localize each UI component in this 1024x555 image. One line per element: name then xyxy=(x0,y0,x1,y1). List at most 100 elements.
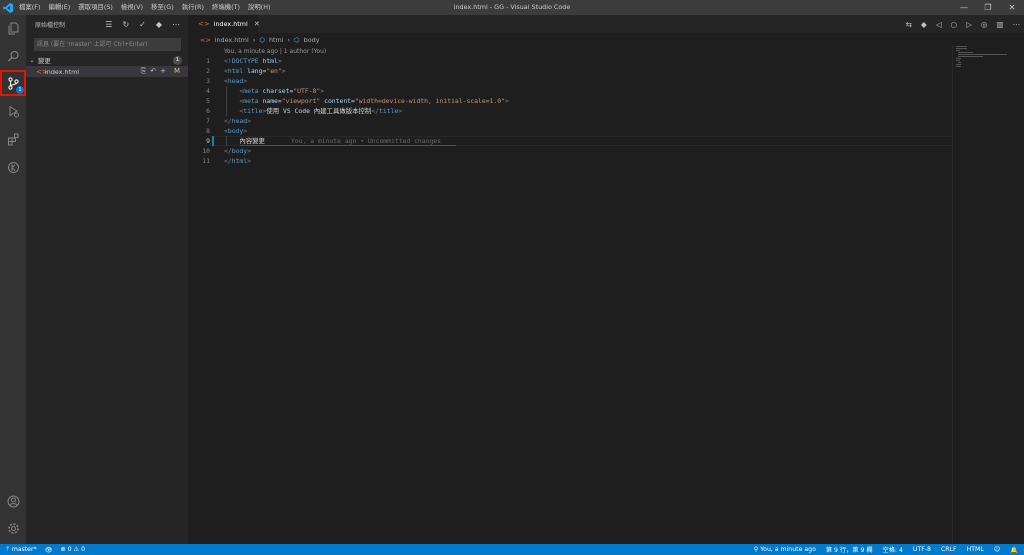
branch-item[interactable]: ᛘ master* xyxy=(6,546,37,553)
tab-label: index.html xyxy=(213,20,248,28)
explorer-icon[interactable] xyxy=(0,15,26,41)
menu-terminal[interactable]: 終端機(T) xyxy=(208,0,244,15)
code-line[interactable]: <body> xyxy=(224,126,247,136)
highlight-underline xyxy=(240,145,456,146)
html-file-icon: <> xyxy=(198,20,210,28)
minimap-line xyxy=(956,60,961,61)
element-icon: ⬡ xyxy=(259,35,265,44)
code-line[interactable]: </html> xyxy=(224,156,251,166)
menu-selection[interactable]: 選取項目(S) xyxy=(74,0,117,15)
code-line[interactable]: </body> xyxy=(224,146,251,156)
line-number: 8 xyxy=(206,127,210,135)
encoding[interactable]: UTF-8 xyxy=(913,546,931,553)
stage-changes-icon[interactable]: + xyxy=(160,67,166,76)
close-icon[interactable]: ✕ xyxy=(1000,0,1024,15)
run-debug-icon[interactable] xyxy=(0,98,26,124)
line-number: 6 xyxy=(206,107,210,115)
code-line[interactable]: <meta name="viewport" content="width=dev… xyxy=(224,96,508,106)
source-control-icon[interactable]: 1 xyxy=(0,70,26,96)
cursor-position[interactable]: 第 9 行，第 9 欄 xyxy=(826,545,873,554)
line-number: 2 xyxy=(206,67,210,75)
code-line[interactable]: </head> xyxy=(224,116,251,126)
timeline-icon[interactable] xyxy=(0,154,26,180)
commit-check-icon[interactable]: ✓ xyxy=(139,20,146,29)
minimap-line xyxy=(956,58,961,59)
indentation[interactable]: 空格: 4 xyxy=(883,545,903,554)
git-branch-icon: ᛘ xyxy=(6,546,10,553)
breadcrumb-body[interactable]: body xyxy=(304,36,320,44)
minimap-line xyxy=(958,54,1007,55)
vscode-logo-icon xyxy=(0,0,15,15)
breadcrumb-file[interactable]: index.html xyxy=(215,36,249,44)
minimize-icon[interactable]: — xyxy=(952,0,976,15)
git-diamond-icon[interactable]: ◆ xyxy=(156,20,162,29)
open-file-icon[interactable]: ⎘ xyxy=(141,67,147,76)
previous-change-icon[interactable]: ◁ xyxy=(936,20,942,29)
source-control-badge: 1 xyxy=(16,86,24,94)
breadcrumb-html[interactable]: html xyxy=(269,36,284,44)
line-number: 1 xyxy=(206,57,210,65)
extensions-icon[interactable] xyxy=(0,126,26,152)
menu-edit[interactable]: 編輯(E) xyxy=(44,0,74,15)
blame-text: You, a minute ago xyxy=(760,546,816,553)
more-actions-icon[interactable]: ⋯ xyxy=(1013,20,1021,29)
open-changes-icon[interactable]: ⇆ xyxy=(906,20,912,29)
changed-file-item[interactable]: <> index.html ⎘ ↶ + M xyxy=(26,66,188,77)
line-number: 3 xyxy=(206,77,210,85)
notifications-bell-icon[interactable]: 🔔 xyxy=(1010,546,1018,554)
line-number: 9 xyxy=(206,137,210,145)
restore-icon[interactable]: ❐ xyxy=(976,0,1000,15)
changes-label: 變更 xyxy=(38,57,51,65)
menu-bar: 檔案(F) 編輯(E) 選取項目(S) 檢視(V) 移至(G) 執行(R) 終端… xyxy=(15,0,275,15)
source-control-panel: 原始檔控制 ☰ ↻ ✓ ◆ ⋯ 訊息 (要在 'master' 上認可 Ctrl… xyxy=(26,15,188,544)
html-file-icon: <> xyxy=(200,35,211,44)
menu-help[interactable]: 說明(H) xyxy=(244,0,275,15)
line-number: 10 xyxy=(202,147,210,155)
refresh-icon[interactable]: ↻ xyxy=(122,20,129,29)
breadcrumb: <> index.html › ⬡ html › ⬡ body xyxy=(188,33,1024,46)
next-change-icon[interactable]: ▷ xyxy=(966,20,972,29)
menu-view[interactable]: 檢視(V) xyxy=(117,0,147,15)
split-editor-icon[interactable]: ▥ xyxy=(996,20,1003,29)
status-bar: ᛘ master* 👁 ⊗ 0 ⚠ 0 ⚲ You, a minute ago … xyxy=(0,544,1024,555)
git-diamond-icon[interactable]: ◆ xyxy=(921,20,927,29)
file-status-badge: M xyxy=(173,67,180,75)
chevron-down-icon: ⌄ xyxy=(29,57,35,64)
feedback-icon[interactable]: ☺ xyxy=(994,546,1000,553)
code-line[interactable]: <title>使用 VS Code 內建工具做版本控制</title> xyxy=(224,106,402,116)
blame-codelens[interactable]: You, a minute ago | 1 author (You) xyxy=(224,48,326,55)
discard-changes-icon[interactable]: ↶ xyxy=(150,67,156,76)
more-actions-icon[interactable]: ⋯ xyxy=(172,20,180,29)
minimap-line xyxy=(956,46,967,47)
end-of-line[interactable]: CRLF xyxy=(941,546,957,553)
git-commit-icon: ⚲ xyxy=(753,546,759,553)
live-share-eye-icon[interactable]: 👁 xyxy=(45,546,53,554)
commit-message-input[interactable]: 訊息 (要在 'master' 上認可 Ctrl+Enter) xyxy=(34,38,181,51)
changes-group-header[interactable]: ⌄ 變更 1 xyxy=(26,55,188,66)
view-as-tree-icon[interactable]: ☰ xyxy=(105,20,112,29)
tab-index-html[interactable]: <> index.html ✕ xyxy=(188,15,260,33)
minimap-line xyxy=(958,62,961,63)
minimap[interactable] xyxy=(956,46,1016,76)
line-number: 4 xyxy=(206,87,210,95)
compare-icon[interactable]: ◎ xyxy=(981,20,988,29)
menu-run[interactable]: 執行(R) xyxy=(178,0,208,15)
close-tab-icon[interactable]: ✕ xyxy=(254,20,260,28)
minimap-line xyxy=(956,48,968,49)
problems-item[interactable]: ⊗ 0 ⚠ 0 xyxy=(60,546,85,553)
code-line[interactable]: <head> xyxy=(224,76,247,86)
chevron-right-icon: › xyxy=(252,35,256,44)
minimap-line xyxy=(958,52,974,53)
language-mode[interactable]: HTML xyxy=(967,546,984,553)
menu-file[interactable]: 檔案(F) xyxy=(15,0,44,15)
code-line[interactable]: <html lang="en"> xyxy=(224,66,286,76)
search-icon[interactable] xyxy=(0,43,26,69)
blame-status[interactable]: ⚲ You, a minute ago xyxy=(754,546,816,553)
minimap-line xyxy=(956,50,961,51)
menu-go[interactable]: 移至(G) xyxy=(147,0,178,15)
manage-gear-icon[interactable] xyxy=(0,515,26,541)
code-line[interactable]: <!DOCTYPE html> xyxy=(224,56,282,66)
account-icon[interactable] xyxy=(0,488,26,514)
show-commit-icon[interactable]: ○ xyxy=(951,20,958,29)
code-line[interactable]: <meta charset="UTF-8"> xyxy=(224,86,324,96)
